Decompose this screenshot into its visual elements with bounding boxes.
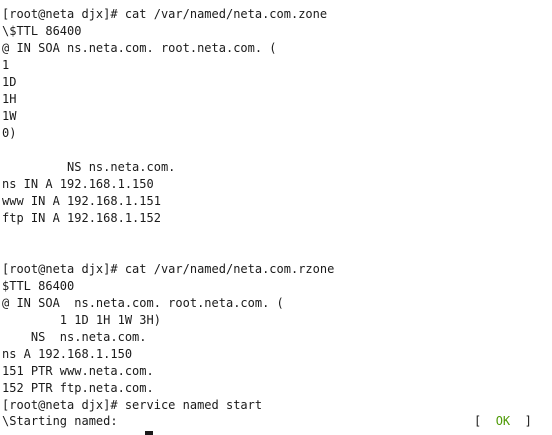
terminal-line: www IN A 192.168.1.151 bbox=[2, 194, 161, 208]
terminal-line: \Starting named: bbox=[2, 414, 118, 428]
terminal-line: [root@neta djx]# service named start bbox=[2, 398, 263, 412]
terminal-line: [root@neta djx]# cat /var/named/neta.com… bbox=[2, 7, 328, 21]
terminal-line: 1W bbox=[2, 109, 17, 123]
terminal-line: 1 1D 1H 1W 3H) bbox=[2, 313, 161, 327]
terminal-line: 1D bbox=[2, 75, 17, 89]
terminal-line: NS ns.neta.com. bbox=[2, 330, 147, 344]
terminal-line: ns A 192.168.1.150 bbox=[2, 347, 133, 361]
terminal-line: 1 bbox=[2, 58, 10, 72]
terminal-window[interactable]: [root@neta djx]# cat /var/named/neta.com… bbox=[0, 0, 552, 435]
terminal-line: @ IN SOA ns.neta.com. root.neta.com. ( bbox=[2, 41, 277, 55]
terminal-line: ftp IN A 192.168.1.152 bbox=[2, 211, 161, 225]
status-ok: OK bbox=[495, 414, 511, 428]
terminal-line: 1H bbox=[2, 92, 17, 106]
terminal-line: \$TTL 86400 bbox=[2, 24, 82, 38]
service-status: [ OK ] bbox=[474, 413, 532, 430]
terminal-line: ns IN A 192.168.1.150 bbox=[2, 177, 154, 191]
terminal-line: 151 PTR www.neta.com. bbox=[2, 364, 154, 378]
terminal-line: @ IN SOA ns.neta.com. root.neta.com. ( bbox=[2, 296, 284, 310]
text-cursor bbox=[145, 431, 153, 435]
terminal-line: $TTL 86400 bbox=[2, 279, 75, 293]
terminal-line: NS ns.neta.com. bbox=[2, 160, 176, 174]
status-open-bracket: [ bbox=[474, 414, 496, 428]
status-close-bracket: ] bbox=[510, 414, 532, 428]
terminal-line: 0) bbox=[2, 126, 17, 140]
terminal-line: 152 PTR ftp.neta.com. bbox=[2, 381, 154, 395]
terminal-line: [root@neta djx]# cat /var/named/neta.com… bbox=[2, 262, 335, 276]
